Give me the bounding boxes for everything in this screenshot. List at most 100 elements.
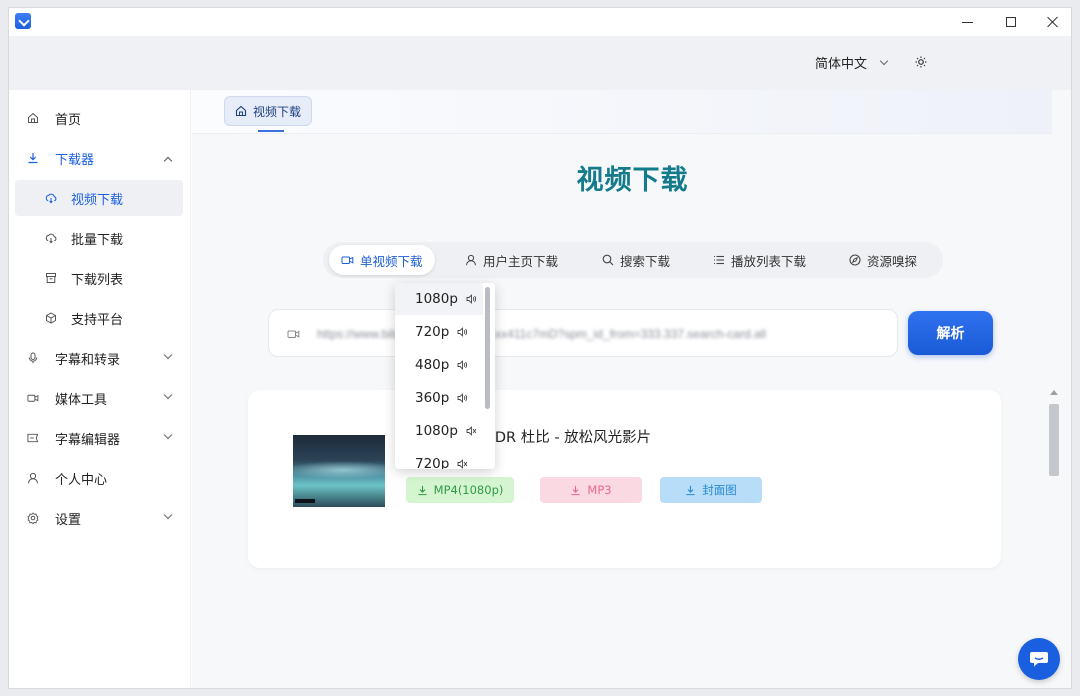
- sidebar-item-media-tools[interactable]: 媒体工具: [15, 380, 183, 416]
- main-content: 视频下载 视频下载 单视频下载 用户主页下载 搜索下载 播放列表下载 资源嗅探 …: [192, 90, 1071, 688]
- option-label: 1080p: [415, 423, 458, 439]
- sidebar-item-download-list[interactable]: 下载列表: [15, 260, 183, 296]
- maximize-button[interactable]: [989, 10, 1033, 34]
- download-cover-button[interactable]: 封面图: [660, 477, 762, 503]
- language-select[interactable]: 简体中文: [815, 53, 889, 72]
- sidebar-item-label: 支持平台: [71, 312, 124, 328]
- chevron-down-icon: [163, 350, 173, 360]
- sidebar-item-label: 视频下载: [71, 192, 124, 208]
- sidebar-item-profile[interactable]: 个人中心: [15, 460, 183, 496]
- mode-playlist[interactable]: 播放列表下载: [701, 245, 818, 275]
- quality-option[interactable]: 1080p: [395, 283, 483, 315]
- video-result-card: 世界风景 4K HDR 杜比 - 放松风光影片 MP4(1080p) MP3 封…: [248, 390, 1001, 568]
- chevron-down-icon: [879, 56, 889, 66]
- video-camera-icon: [27, 392, 39, 404]
- mode-search[interactable]: 搜索下载: [590, 245, 682, 275]
- dropdown-scrollbar[interactable]: [485, 287, 490, 409]
- scroll-up-icon[interactable]: [1050, 390, 1058, 395]
- sidebar-item-downloader[interactable]: 下载器: [15, 140, 183, 176]
- cloud-download-icon: [45, 192, 57, 204]
- close-button[interactable]: [1031, 10, 1071, 34]
- mute-icon: [466, 426, 477, 436]
- download-mode-bar: 单视频下载 用户主页下载 搜索下载 播放列表下载 资源嗅探: [323, 242, 943, 278]
- thumbnail-badge: [295, 499, 315, 503]
- video-camera-icon: [287, 328, 300, 340]
- video-camera-icon: [341, 254, 354, 266]
- sound-icon: [457, 327, 468, 337]
- quality-option[interactable]: 720p: [395, 448, 483, 469]
- sidebar-item-video-download[interactable]: 视频下载: [15, 180, 183, 216]
- mode-label: 用户主页下载: [483, 253, 559, 269]
- sidebar-item-label: 下载列表: [71, 272, 124, 288]
- quality-option[interactable]: 480p: [395, 349, 483, 381]
- sidebar-item-settings[interactable]: 设置: [15, 500, 183, 536]
- home-icon: [235, 105, 247, 117]
- sidebar-item-batch-download[interactable]: 批量下载: [15, 220, 183, 256]
- sidebar-item-subtitles[interactable]: 字幕和转录: [15, 340, 183, 376]
- microphone-icon: [27, 352, 39, 364]
- quality-option[interactable]: 1080p: [395, 415, 483, 447]
- sidebar-item-label: 媒体工具: [55, 392, 108, 408]
- language-label: 简体中文: [815, 57, 868, 72]
- app-window: 简体中文 首页 下载器 视频下载 批量下载 下载列表 支持平台 字幕和转录 媒体…: [8, 7, 1072, 689]
- chevron-down-icon: [163, 510, 173, 520]
- mute-icon: [457, 459, 468, 469]
- sidebar-item-subtitle-editor[interactable]: 字幕编辑器: [15, 420, 183, 456]
- mode-resource-sniff[interactable]: 资源嗅探: [837, 245, 929, 275]
- archive-icon: [45, 272, 57, 284]
- app-logo-icon: [15, 13, 31, 29]
- home-icon: [27, 112, 39, 124]
- app-header: 简体中文: [9, 36, 1071, 90]
- chat-bubble-icon: [1029, 650, 1049, 668]
- chevron-down-icon: [163, 390, 173, 400]
- tab-video-download[interactable]: 视频下载: [224, 96, 313, 126]
- quality-option[interactable]: 360p: [395, 382, 483, 414]
- user-icon: [465, 254, 477, 266]
- search-icon: [602, 254, 614, 266]
- maximize-icon: [1006, 17, 1016, 27]
- cube-icon: [45, 312, 57, 324]
- sidebar-item-supported-platforms[interactable]: 支持平台: [15, 300, 183, 336]
- sidebar-item-label: 首页: [55, 112, 82, 128]
- tab-active-indicator: [258, 130, 284, 132]
- sidebar: 首页 下载器 视频下载 批量下载 下载列表 支持平台 字幕和转录 媒体工具 字幕…: [9, 90, 191, 688]
- option-label: 480p: [415, 357, 450, 373]
- button-label: 封面图: [702, 483, 737, 497]
- chat-support-button[interactable]: [1018, 638, 1060, 680]
- user-icon: [27, 472, 39, 484]
- sidebar-item-label: 个人中心: [55, 472, 108, 488]
- quality-option[interactable]: 720p: [395, 316, 483, 348]
- sidebar-item-label: 设置: [55, 512, 82, 528]
- scrollbar-thumb[interactable]: [1049, 404, 1059, 476]
- mode-single-video[interactable]: 单视频下载: [329, 245, 435, 275]
- video-thumbnail[interactable]: [293, 435, 385, 507]
- chevron-up-icon: [163, 156, 173, 166]
- theme-toggle-icon[interactable]: [915, 56, 927, 68]
- mode-label: 资源嗅探: [867, 253, 918, 269]
- sidebar-item-label: 批量下载: [71, 232, 124, 248]
- download-mp3-button[interactable]: MP3: [540, 477, 642, 503]
- scrollbar[interactable]: [1047, 390, 1061, 680]
- close-icon: [1047, 16, 1059, 28]
- option-label: 720p: [415, 456, 450, 469]
- download-icon: [27, 152, 39, 164]
- mode-label: 搜索下载: [620, 253, 671, 269]
- sound-icon: [457, 393, 468, 403]
- sidebar-item-label: 字幕编辑器: [55, 432, 121, 448]
- compass-icon: [849, 254, 861, 266]
- minimize-button[interactable]: [945, 10, 989, 34]
- tab-bar: 视频下载: [192, 90, 1052, 134]
- option-label: 360p: [415, 390, 450, 406]
- sound-icon: [457, 360, 468, 370]
- chevron-down-icon: [163, 430, 173, 440]
- mode-user-homepage[interactable]: 用户主页下载: [453, 245, 570, 275]
- parse-button[interactable]: 解析: [908, 311, 993, 355]
- sidebar-item-label: 下载器: [55, 152, 95, 168]
- page-title: 视频下载: [576, 165, 689, 196]
- button-label: MP4(1080p): [433, 483, 504, 497]
- download-icon: [570, 485, 581, 496]
- sidebar-item-home[interactable]: 首页: [15, 100, 183, 136]
- button-label: MP3: [587, 483, 612, 497]
- tag-icon: [27, 432, 39, 444]
- download-mp4-button[interactable]: MP4(1080p): [406, 477, 514, 503]
